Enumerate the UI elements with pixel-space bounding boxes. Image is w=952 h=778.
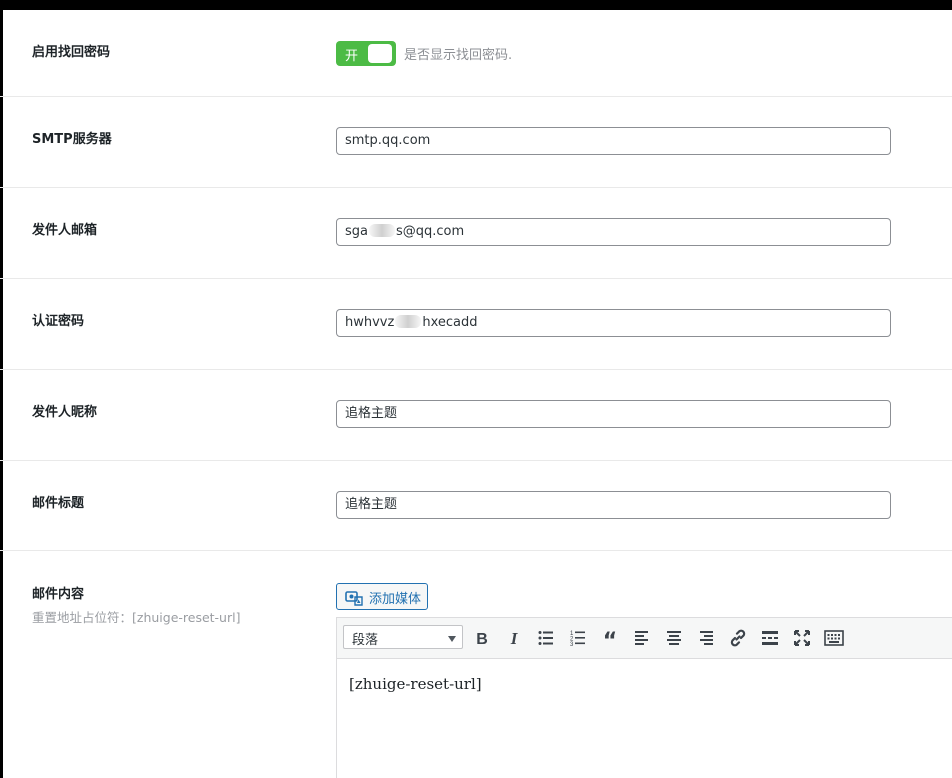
align-right-icon[interactable] xyxy=(694,626,718,650)
numbered-list-icon[interactable]: 1 2 3 xyxy=(566,626,590,650)
align-left-icon[interactable] xyxy=(630,626,654,650)
add-media-label: 添加媒体 xyxy=(369,592,422,607)
mail-subject-value: 追格主题 xyxy=(345,497,398,512)
reset-enable-description: 是否显示找回密码. xyxy=(404,48,513,63)
sender-name-value: 追格主题 xyxy=(345,406,398,421)
auth-password-label: 认证密码 xyxy=(32,314,85,329)
svg-text:B: B xyxy=(476,631,488,648)
align-center-icon[interactable] xyxy=(662,626,686,650)
mail-subject-input[interactable]: 追格主题 xyxy=(336,491,891,519)
sender-name-input[interactable]: 追格主题 xyxy=(336,400,891,428)
auth-password-value-suffix: hxecadd xyxy=(422,315,478,330)
format-select-value: 段落 xyxy=(352,633,379,648)
sender-name-label: 发件人昵称 xyxy=(32,405,98,420)
sender-email-label: 发件人邮箱 xyxy=(32,223,98,238)
format-select[interactable]: 段落 xyxy=(343,625,463,649)
italic-icon[interactable]: I xyxy=(502,626,526,650)
smtp-server-input[interactable]: smtp.qq.com xyxy=(336,127,891,155)
add-media-button[interactable]: 添加媒体 xyxy=(336,583,428,610)
top-bar xyxy=(0,0,952,10)
sender-email-input[interactable]: sga s@qq.com xyxy=(336,218,891,246)
chevron-down-icon xyxy=(448,636,456,642)
smtp-server-label: SMTP服务器 xyxy=(32,132,112,147)
fullscreen-icon[interactable] xyxy=(790,626,814,650)
svg-text:“: “ xyxy=(603,629,617,650)
editor-toolbar: 段落 B I 1 2 3 “ xyxy=(337,618,952,659)
content-editor: 段落 B I 1 2 3 “ [zhuige-reset-url] xyxy=(336,617,952,778)
reset-enable-label: 启用找回密码 xyxy=(32,45,111,60)
svg-text:I: I xyxy=(510,629,519,648)
mail-content-hint: 重置地址占位符：[zhuige-reset-url] xyxy=(32,610,241,625)
toggle-label: 开 xyxy=(345,49,359,64)
read-more-icon[interactable] xyxy=(758,626,782,650)
auth-password-input[interactable]: hwhvvz hxecadd xyxy=(336,309,891,337)
auth-password-value-prefix: hwhvvz xyxy=(345,315,395,330)
sender-email-value-suffix: s@qq.com xyxy=(396,224,465,239)
blockquote-icon[interactable]: “ xyxy=(598,626,622,650)
svg-text:3: 3 xyxy=(570,642,574,648)
editor-content[interactable]: [zhuige-reset-url] xyxy=(349,675,482,693)
mail-content-label: 邮件内容 xyxy=(32,587,85,602)
bold-icon[interactable]: B xyxy=(470,626,494,650)
mail-subject-label: 邮件标题 xyxy=(32,496,85,511)
toggle-knob xyxy=(368,44,392,63)
redacted-blur xyxy=(369,224,395,237)
smtp-server-value: smtp.qq.com xyxy=(345,133,431,148)
bullet-list-icon[interactable] xyxy=(534,626,558,650)
link-icon[interactable] xyxy=(726,626,750,650)
redacted-blur xyxy=(395,315,422,328)
reset-enable-toggle[interactable]: 开 xyxy=(336,41,396,66)
media-icon xyxy=(345,589,363,610)
toolbar-toggle-icon[interactable] xyxy=(822,626,846,650)
sender-email-value-prefix: sga xyxy=(345,224,368,239)
